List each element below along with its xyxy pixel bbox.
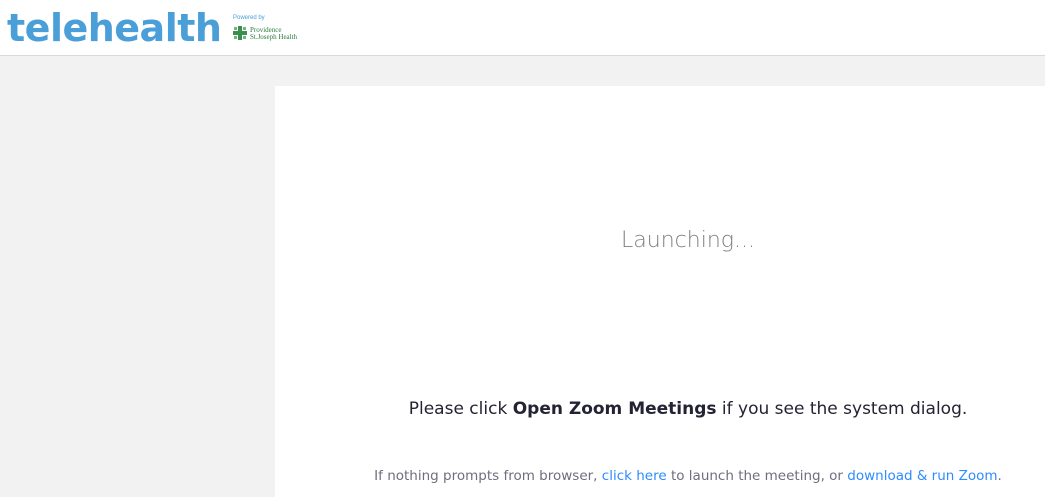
launch-panel: Launching... Please click Open Zoom Meet… [275, 86, 1045, 497]
instruction-suffix: if you see the system dialog. [716, 399, 968, 419]
fallback-prefix: If nothing prompts from browser, [374, 468, 602, 484]
instruction-prefix: Please click [408, 399, 513, 419]
instruction-text: Please click Open Zoom Meetings if you s… [275, 399, 1045, 419]
telehealth-logo[interactable]: telehealth [7, 2, 222, 54]
brand-name-line2: St.Joseph Health [250, 33, 298, 41]
fallback-text: If nothing prompts from browser, click h… [275, 468, 1045, 484]
powered-by-badge: Powered by Providence St.Joseph Health [233, 15, 313, 45]
fallback-middle: to launch the meeting, or [666, 468, 848, 484]
launching-status: Launching... [621, 228, 755, 253]
powered-by-label: Powered by [233, 15, 265, 21]
open-zoom-meetings-label: Open Zoom Meetings [512, 399, 717, 419]
download-run-zoom-link[interactable]: download & run Zoom [847, 468, 997, 484]
header: telehealth Powered by Providence St.Jose… [0, 0, 1045, 56]
fallback-suffix: . [997, 468, 1002, 484]
click-here-link[interactable]: click here [602, 468, 667, 484]
cross-icon [233, 26, 247, 40]
